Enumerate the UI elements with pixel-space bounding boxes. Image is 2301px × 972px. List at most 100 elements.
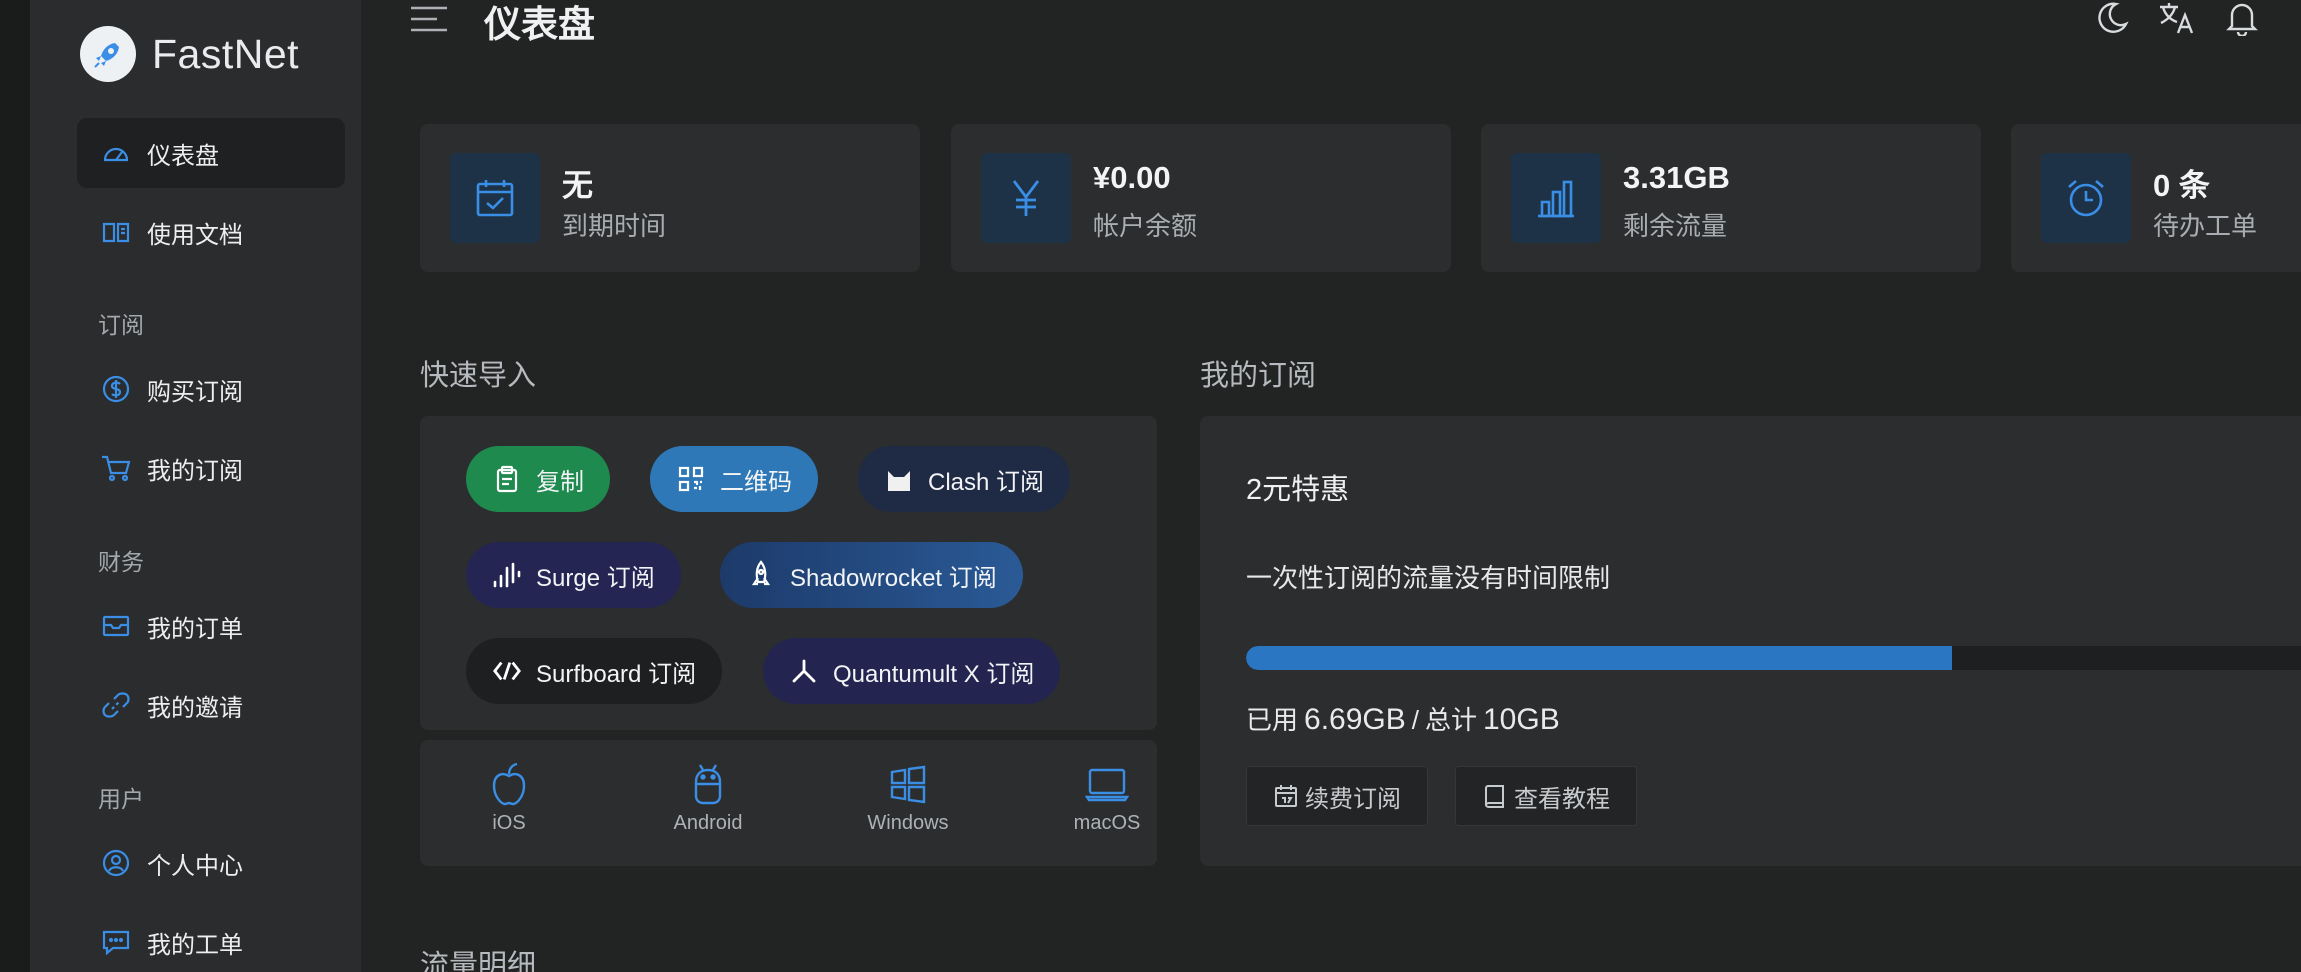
- user-circle-icon: [99, 846, 133, 880]
- sidebar-item-label: 使用文档: [147, 221, 243, 249]
- usage-separator: /: [1411, 705, 1419, 735]
- surge-button-label: Surge 订阅: [536, 564, 655, 592]
- clipboard-icon: [492, 464, 522, 494]
- brand[interactable]: FastNet: [80, 26, 299, 82]
- sidebar-item-docs[interactable]: 使用文档: [77, 197, 345, 267]
- sidebar-item-label: 我的工单: [147, 931, 243, 959]
- calendar-icon: [1273, 783, 1299, 809]
- surge-icon: [492, 560, 522, 590]
- platform-windows[interactable]: Windows: [848, 762, 968, 835]
- my-subscription-title: 我的订阅: [1200, 360, 1317, 392]
- clash-subscribe-button[interactable]: Clash 订阅: [858, 446, 1071, 512]
- traffic-usage-text: 已用 6.69GB / 总计 10GB: [1246, 700, 1560, 737]
- traffic-progress-fill: [1246, 646, 1952, 670]
- subscription-panel: 2元特惠 一次性订阅的流量没有时间限制 已用 6.69GB / 总计 10GB …: [1200, 416, 2301, 866]
- platform-macos[interactable]: macOS: [1047, 762, 1167, 835]
- book-icon: [1482, 783, 1508, 809]
- nav-section-user: 用户: [98, 786, 144, 812]
- clash-cat-icon: [884, 464, 914, 494]
- laptop-icon: [1085, 762, 1129, 806]
- shadowrocket-button-label: Shadowrocket 订阅: [790, 564, 997, 592]
- moon-icon[interactable]: [2092, 0, 2132, 36]
- dollar-circle-icon: [99, 372, 133, 406]
- qrcode-icon: [676, 464, 706, 494]
- stat-card-tickets: 0 条 待办工单: [2011, 124, 2301, 272]
- used-value: 6.69GB: [1304, 703, 1406, 736]
- sidebar-item-profile[interactable]: 个人中心: [77, 828, 345, 898]
- tutorial-label: 查看教程: [1514, 785, 1610, 813]
- quantumult-icon: [789, 656, 819, 686]
- clash-button-label: Clash 订阅: [928, 468, 1045, 496]
- rocket-icon: [80, 26, 136, 82]
- surfboard-button-label: Surfboard 订阅: [536, 660, 697, 688]
- sidebar-item-my-orders[interactable]: 我的订单: [77, 591, 345, 661]
- sidebar-item-label: 购买订阅: [147, 378, 243, 406]
- plan-description: 一次性订阅的流量没有时间限制: [1246, 563, 1611, 593]
- shadowrocket-subscribe-button[interactable]: Shadowrocket 订阅: [720, 542, 1023, 608]
- qrcode-button-label: 二维码: [720, 468, 792, 496]
- alarm-clock-icon: [2041, 153, 2131, 243]
- total-prefix: 总计: [1424, 705, 1477, 735]
- sidebar-item-buy-subscription[interactable]: 购买订阅: [77, 354, 345, 424]
- sidebar: FastNet 仪表盘 使用文档 订阅 购买订阅 我的订阅 财务 我的订单 我的…: [30, 0, 361, 972]
- brand-name: FastNet: [152, 30, 300, 77]
- stat-card-expiry: 无 到期时间: [420, 124, 920, 272]
- page-title: 仪表盘: [484, 4, 595, 45]
- traffic-progress-bar: [1246, 646, 2301, 670]
- stat-value: 无: [562, 168, 593, 203]
- quantumultx-subscribe-button[interactable]: Quantumult X 订阅: [763, 638, 1061, 704]
- android-icon: [686, 762, 730, 806]
- view-tutorial-button[interactable]: 查看教程: [1455, 766, 1637, 826]
- book-open-icon: [99, 215, 133, 249]
- sidebar-item-label: 我的邀请: [147, 694, 243, 722]
- bell-icon[interactable]: [2222, 0, 2262, 36]
- stat-value: 0 条: [2153, 168, 2210, 203]
- inbox-icon: [99, 609, 133, 643]
- total-value: 10GB: [1483, 703, 1560, 736]
- platform-label: Windows: [867, 812, 949, 834]
- stat-card-balance: ¥0.00 帐户余额: [951, 124, 1451, 272]
- sidebar-item-label: 我的订阅: [147, 457, 243, 485]
- copy-button[interactable]: 复制: [466, 446, 610, 512]
- platform-label: Android: [673, 812, 743, 834]
- stat-label: 帐户余额: [1093, 211, 1198, 241]
- shadowrocket-rocket-icon: [746, 560, 776, 590]
- left-gutter: [0, 0, 30, 972]
- cart-icon: [99, 451, 133, 485]
- qrcode-button[interactable]: 二维码: [650, 446, 818, 512]
- stat-value: ¥0.00: [1093, 160, 1171, 195]
- bar-chart-icon: [1511, 153, 1601, 243]
- translate-icon[interactable]: [2157, 0, 2197, 36]
- quick-import-title: 快速导入: [420, 360, 537, 392]
- surge-subscribe-button[interactable]: Surge 订阅: [466, 542, 681, 608]
- platform-ios[interactable]: iOS: [449, 762, 569, 835]
- message-icon: [99, 925, 133, 959]
- sidebar-item-label: 我的订单: [147, 615, 243, 643]
- platform-label: iOS: [492, 812, 526, 834]
- apple-icon: [487, 762, 531, 806]
- link-icon: [99, 688, 133, 722]
- yen-icon: [981, 153, 1071, 243]
- surfboard-subscribe-button[interactable]: Surfboard 订阅: [466, 638, 723, 704]
- renew-subscription-button[interactable]: 续费订阅: [1246, 766, 1428, 826]
- sidebar-item-label: 个人中心: [147, 852, 243, 880]
- sidebar-item-tickets[interactable]: 我的工单: [77, 907, 345, 972]
- stat-card-traffic: 3.31GB 剩余流量: [1481, 124, 1981, 272]
- stat-label: 待办工单: [2153, 211, 2258, 241]
- sidebar-item-dashboard[interactable]: 仪表盘: [77, 118, 345, 188]
- renew-label: 续费订阅: [1305, 785, 1401, 813]
- used-prefix: 已用: [1246, 705, 1299, 735]
- platform-label: macOS: [1073, 812, 1141, 834]
- platform-android[interactable]: Android: [648, 762, 768, 835]
- windows-icon: [886, 762, 930, 806]
- stat-value: 3.31GB: [1623, 160, 1730, 195]
- hamburger-menu-icon[interactable]: [409, 2, 449, 36]
- nav-section-subscription: 订阅: [98, 312, 144, 338]
- nav-section-finance: 财务: [98, 549, 144, 575]
- traffic-detail-title: 流量明细: [420, 950, 537, 972]
- sidebar-item-my-invites[interactable]: 我的邀请: [77, 670, 345, 740]
- sidebar-item-my-subscription[interactable]: 我的订阅: [77, 433, 345, 503]
- copy-button-label: 复制: [536, 468, 584, 496]
- surfboard-icon: [492, 656, 522, 686]
- stat-label: 剩余流量: [1623, 211, 1728, 241]
